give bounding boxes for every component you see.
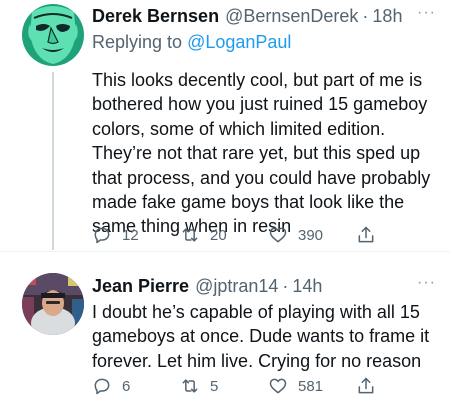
replying-to: Replying to @LoganPaul bbox=[92, 30, 438, 58]
photo-avatar-icon bbox=[22, 273, 84, 335]
retweet-count: 5 bbox=[210, 377, 219, 395]
display-name[interactable]: Derek Bernsen bbox=[92, 4, 219, 28]
heart-icon bbox=[269, 227, 287, 243]
share-button[interactable] bbox=[356, 225, 380, 245]
share-icon bbox=[358, 377, 374, 394]
like-button[interactable]: 581 bbox=[268, 376, 356, 396]
retweet-icon bbox=[182, 228, 198, 242]
mention-link[interactable]: @LoganPaul bbox=[187, 32, 291, 52]
more-options-icon[interactable]: ··· bbox=[417, 275, 436, 291]
retweet-count: 20 bbox=[210, 226, 227, 244]
reply-button[interactable]: 12 bbox=[92, 225, 180, 245]
retweet-icon bbox=[182, 379, 198, 393]
green-face-avatar-icon bbox=[22, 4, 84, 66]
user-handle[interactable]: @BernsenDerek bbox=[225, 4, 358, 28]
separator: · bbox=[362, 6, 369, 26]
timestamp[interactable]: 18h bbox=[372, 4, 402, 28]
reply-count: 6 bbox=[122, 377, 131, 395]
tweet-content: Jean Pierre @jptran14 · 14h ··· I doubt … bbox=[92, 274, 438, 373]
tweet-derek[interactable]: Derek Bernsen @BernsenDerek · 18h ··· Re… bbox=[0, 0, 450, 250]
timestamp[interactable]: 14h bbox=[292, 274, 322, 298]
separator: · bbox=[282, 276, 289, 296]
avatar[interactable] bbox=[22, 273, 84, 335]
like-count: 581 bbox=[298, 377, 324, 395]
reply-icon bbox=[94, 378, 110, 395]
share-icon bbox=[358, 226, 374, 243]
avatar[interactable] bbox=[22, 4, 84, 66]
reply-button[interactable]: 6 bbox=[92, 376, 180, 396]
thread-line bbox=[52, 72, 54, 250]
tweet-header: Derek Bernsen @BernsenDerek · 18h bbox=[92, 4, 438, 30]
tweet-header: Jean Pierre @jptran14 · 14h bbox=[92, 274, 438, 300]
retweet-button[interactable]: 20 bbox=[180, 225, 268, 245]
replying-to-label: Replying to bbox=[92, 32, 188, 52]
retweet-button[interactable]: 5 bbox=[180, 376, 268, 396]
like-button[interactable]: 390 bbox=[268, 225, 356, 245]
tweet-actions: 6 5 581 bbox=[92, 375, 380, 397]
reply-icon bbox=[94, 227, 110, 244]
tweet-text: I doubt he’s capable of playing with all… bbox=[92, 302, 430, 371]
share-button[interactable] bbox=[356, 376, 380, 396]
user-handle[interactable]: @jptran14 bbox=[195, 274, 278, 298]
heart-icon bbox=[269, 378, 287, 394]
tweet-text: This looks decently cool, but part of me… bbox=[92, 70, 431, 237]
display-name[interactable]: Jean Pierre bbox=[92, 274, 189, 298]
more-options-icon[interactable]: ··· bbox=[417, 5, 436, 21]
tweet-jean[interactable]: Jean Pierre @jptran14 · 14h ··· I doubt … bbox=[0, 252, 450, 413]
tweet-content: Derek Bernsen @BernsenDerek · 18h ··· Re… bbox=[92, 4, 438, 239]
like-count: 390 bbox=[298, 226, 324, 244]
reply-count: 12 bbox=[122, 226, 139, 244]
tweet-actions: 12 20 390 bbox=[92, 224, 380, 246]
